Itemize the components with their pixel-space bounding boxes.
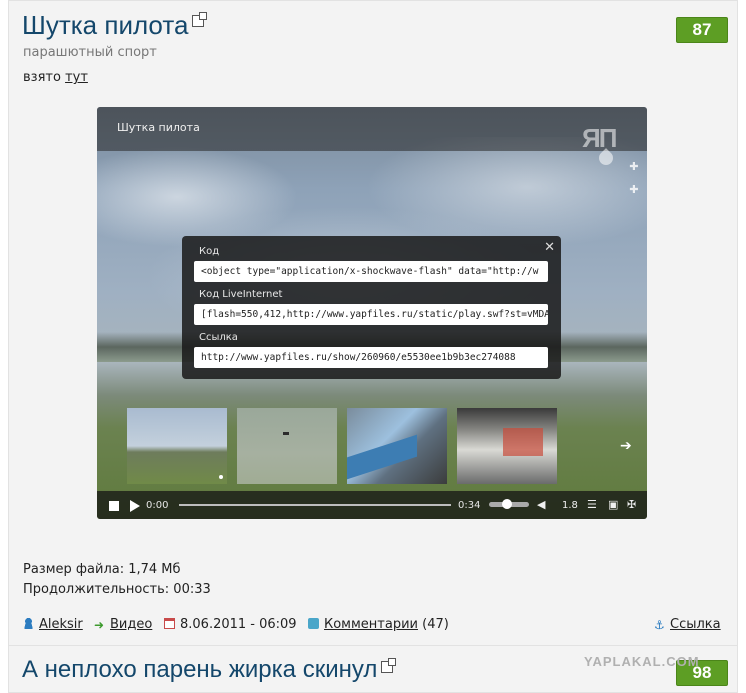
stop-icon[interactable] (109, 501, 119, 511)
author: Aleksir (23, 617, 83, 632)
anchor-icon: ⚓ (654, 618, 665, 632)
author-link[interactable]: Aleksir (39, 617, 83, 632)
rating-badge[interactable]: 87 (676, 17, 728, 43)
liveinternet-field[interactable]: [flash=550,412,http://www.yapfiles.ru/st… (194, 304, 548, 325)
playlist-icon[interactable]: ☰ (587, 498, 597, 511)
playback-speed[interactable]: 1.8 (562, 500, 578, 511)
plane-shape (283, 432, 289, 435)
share-icon[interactable]: ✚ (627, 161, 641, 173)
play-icon[interactable] (130, 500, 140, 512)
post-category: парашютный спорт (23, 45, 157, 60)
volume-knob[interactable] (502, 499, 512, 509)
section: ➜ Видео (94, 617, 152, 632)
date-text: 8.06.2011 - 06:09 (180, 617, 297, 632)
embed-code-panel: ✕ Код <object type="application/x-shockw… (182, 236, 561, 379)
player-controls: 0:00 0:34 ◀ 1.8 ☰ ▣ ✠ (97, 491, 647, 519)
duration-label: Продолжительность: (23, 582, 170, 597)
calendar-icon (164, 618, 175, 629)
file-size-value: 1,74 Мб (128, 562, 181, 577)
thumbnail-3[interactable] (347, 408, 447, 484)
arrow-right-icon: ➜ (94, 618, 105, 632)
related-thumbnails (127, 408, 557, 484)
source-link[interactable]: тут (65, 70, 88, 85)
user-icon (23, 618, 34, 629)
thumbnail-2[interactable] (237, 408, 337, 484)
thumbnail-1[interactable] (127, 408, 227, 484)
file-size-label: Размер файла: (23, 562, 125, 577)
comments-link[interactable]: Комментарии (324, 617, 418, 632)
post-date: 8.06.2011 - 06:09 (164, 617, 297, 632)
active-dot-icon (219, 475, 223, 479)
duration: Продолжительность: 00:33 (23, 582, 211, 597)
permalink: ⚓ Ссылка (654, 617, 721, 632)
link-field[interactable]: http://www.yapfiles.ru/show/260960/e5530… (194, 347, 548, 368)
link-label: Ссылка (199, 332, 238, 343)
comments-count: (47) (422, 617, 449, 632)
current-time: 0:00 (146, 500, 169, 511)
file-size: Размер файла: 1,74 Мб (23, 562, 181, 577)
comment-icon (308, 618, 319, 629)
embed-icon[interactable]: ✚ (627, 184, 641, 196)
next-post-title-text[interactable]: А неплохо парень жирка скинул (22, 656, 377, 683)
permalink-link[interactable]: Ссылка (670, 617, 721, 632)
speaker-icon[interactable]: ◀ (537, 498, 545, 511)
duration-time: 0:34 (458, 500, 481, 511)
wing-shape (347, 434, 417, 480)
close-icon[interactable]: ✕ (544, 240, 555, 255)
player-logo[interactable]: ЯП (582, 123, 617, 154)
comments: Комментарии (47) (308, 617, 449, 632)
post-source: взято тут (23, 70, 88, 85)
player-title: Шутка пилота (117, 121, 200, 134)
fullscreen-icon[interactable]: ✠ (627, 498, 636, 511)
section-link[interactable]: Видео (110, 617, 152, 632)
post-title-text[interactable]: Шутка пилота (22, 10, 188, 40)
seek-bar[interactable] (179, 504, 451, 506)
external-link-icon[interactable] (381, 658, 397, 673)
external-link-icon[interactable] (192, 12, 208, 27)
post-title[interactable]: Шутка пилота (22, 10, 208, 41)
thumbnail-4[interactable] (457, 408, 557, 484)
next-post-title[interactable]: А неплохо парень жирка скинул (22, 656, 397, 684)
source-prefix: взято (23, 70, 61, 85)
site-watermark: YAPLAKAL.COM (584, 654, 700, 669)
code-field[interactable]: <object type="application/x-shockwave-fl… (194, 261, 548, 282)
post-footer: Aleksir ➜ Видео 8.06.2011 - 06:09 Коммент… (23, 617, 723, 633)
video-player[interactable]: Шутка пилота ЯП ✚ ✚ ✕ Код <object type="… (97, 107, 647, 519)
liveinternet-label: Код LiveInternet (199, 289, 283, 300)
info-icon[interactable]: ▣ (608, 498, 618, 511)
duration-value: 00:33 (173, 582, 211, 597)
cockpit-shape (503, 428, 543, 456)
code-label: Код (199, 246, 220, 257)
arrow-right-icon[interactable]: ➔ (620, 438, 632, 454)
